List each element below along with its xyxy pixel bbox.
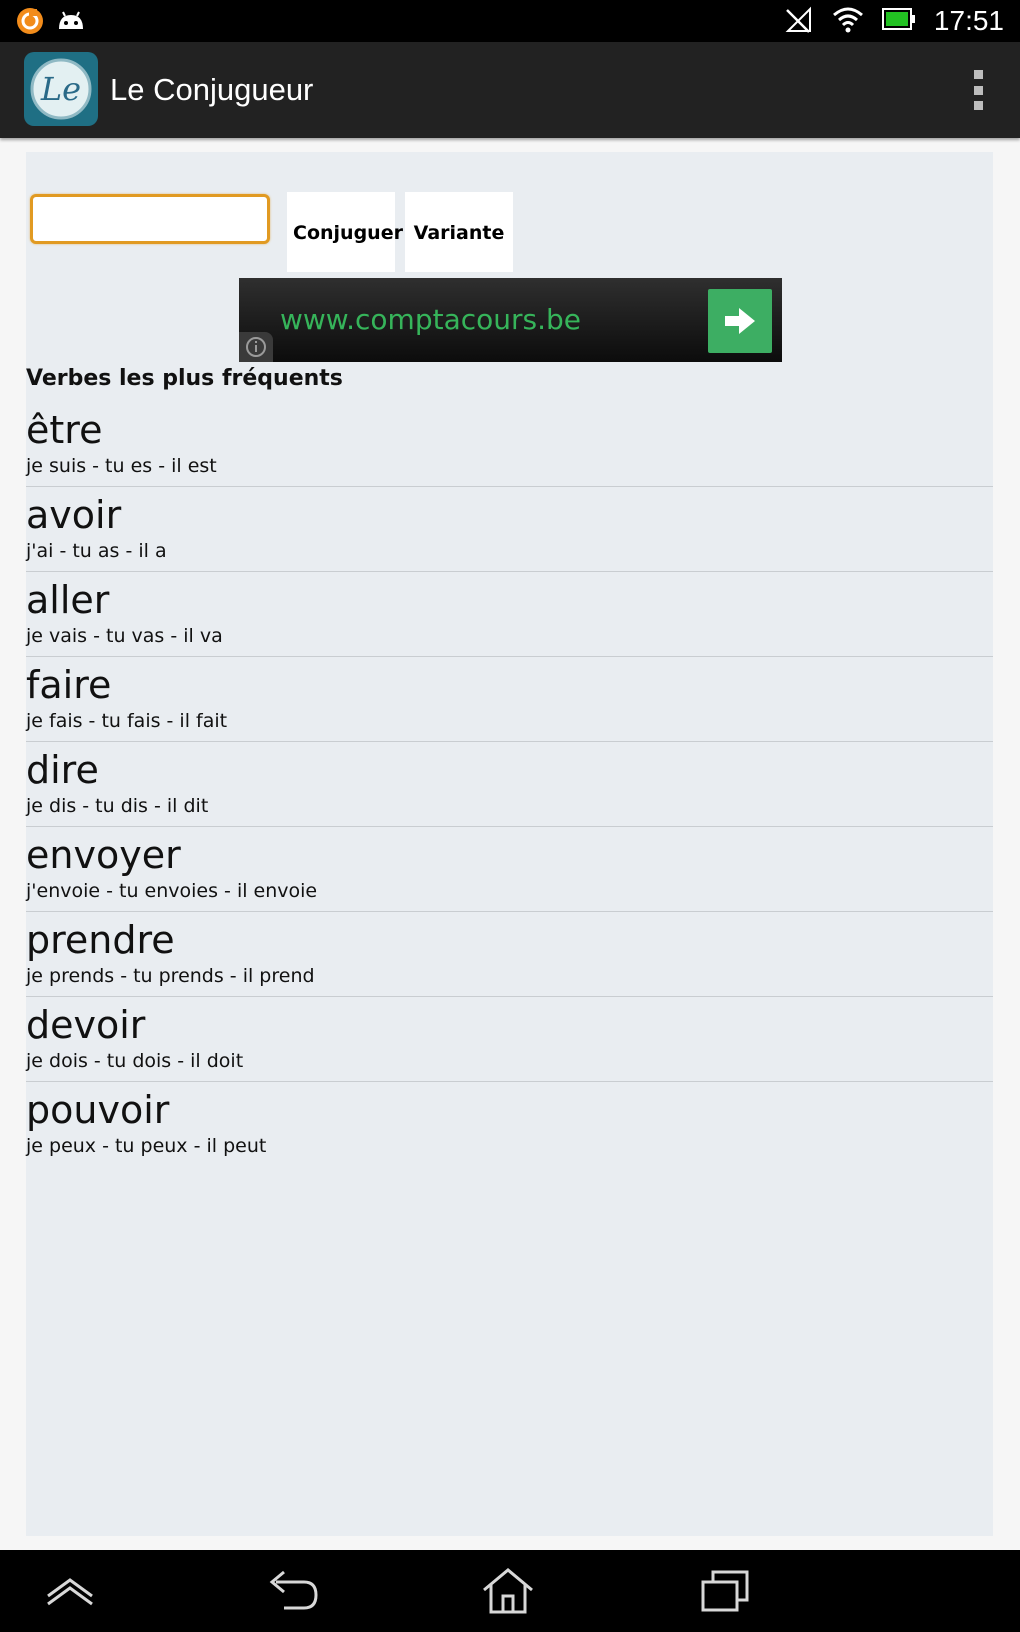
list-item[interactable]: pouvoir je peux - tu peux - il peut bbox=[26, 1082, 993, 1166]
verb-name: faire bbox=[26, 663, 112, 707]
app-notification-icon bbox=[16, 7, 44, 39]
list-item[interactable]: devoir je dois - tu dois - il doit bbox=[26, 997, 993, 1082]
verb-conjugation: je dis - tu dis - il dit bbox=[26, 795, 209, 817]
verb-name: aller bbox=[26, 578, 110, 622]
verb-name: pouvoir bbox=[26, 1088, 170, 1132]
ad-banner[interactable]: www.comptacours.be bbox=[239, 278, 782, 362]
list-item[interactable]: être je suis - tu es - il est bbox=[26, 402, 993, 487]
verb-conjugation: je peux - tu peux - il peut bbox=[26, 1135, 267, 1157]
verb-name: dire bbox=[26, 748, 99, 792]
home-icon[interactable] bbox=[478, 1566, 538, 1616]
verb-name: prendre bbox=[26, 918, 175, 962]
action-bar: Le Le Conjugueur bbox=[0, 42, 1020, 138]
content-panel: Conjuguer Variante www.comptacours.be Ve… bbox=[26, 152, 993, 1536]
battery-icon bbox=[881, 7, 916, 35]
list-item[interactable]: dire je dis - tu dis - il dit bbox=[26, 742, 993, 827]
no-signal-icon bbox=[784, 5, 814, 37]
verb-name: être bbox=[26, 408, 103, 452]
android-icon bbox=[56, 7, 86, 39]
status-bar: 17:51 bbox=[0, 0, 1020, 42]
wifi-icon bbox=[832, 5, 864, 37]
list-item[interactable]: aller je vais - tu vas - il va bbox=[26, 572, 993, 657]
back-icon[interactable] bbox=[262, 1566, 322, 1616]
verb-name: devoir bbox=[26, 1003, 146, 1047]
recent-apps-icon[interactable] bbox=[695, 1566, 755, 1616]
verb-conjugation: je vais - tu vas - il va bbox=[26, 625, 223, 647]
verb-search-input[interactable] bbox=[30, 194, 270, 244]
overflow-menu-icon[interactable] bbox=[970, 70, 986, 110]
list-item[interactable]: envoyer j'envoie - tu envoies - il envoi… bbox=[26, 827, 993, 912]
info-icon[interactable] bbox=[239, 332, 273, 362]
app-logo-icon[interactable]: Le bbox=[24, 52, 98, 126]
verb-name: avoir bbox=[26, 493, 122, 537]
ad-url[interactable]: www.comptacours.be bbox=[280, 278, 581, 362]
list-item[interactable]: avoir j'ai - tu as - il a bbox=[26, 487, 993, 572]
verb-conjugation: j'envoie - tu envoies - il envoie bbox=[26, 880, 318, 902]
verb-name: envoyer bbox=[26, 833, 181, 877]
verb-conjugation: j'ai - tu as - il a bbox=[26, 540, 167, 562]
verb-conjugation: je suis - tu es - il est bbox=[26, 455, 217, 477]
verb-conjugation: je prends - tu prends - il prend bbox=[26, 965, 315, 987]
verb-list: être je suis - tu es - il est avoir j'ai… bbox=[26, 402, 993, 1166]
arrow-right-icon[interactable] bbox=[708, 289, 772, 353]
variant-button[interactable]: Variante bbox=[405, 192, 513, 272]
conjugate-button[interactable]: Conjuguer bbox=[287, 192, 403, 272]
svg-text:Le: Le bbox=[40, 70, 81, 108]
list-item[interactable]: faire je fais - tu fais - il fait bbox=[26, 657, 993, 742]
verb-conjugation: je dois - tu dois - il doit bbox=[26, 1050, 244, 1072]
navigation-bar bbox=[0, 1550, 1020, 1632]
verb-conjugation: je fais - tu fais - il fait bbox=[26, 710, 228, 732]
collapse-icon[interactable] bbox=[40, 1566, 100, 1616]
app-title: Le Conjugueur bbox=[110, 72, 314, 107]
clock: 17:51 bbox=[933, 5, 1004, 36]
list-item[interactable]: prendre je prends - tu prends - il prend bbox=[26, 912, 993, 997]
section-title: Verbes les plus fréquents bbox=[26, 366, 343, 391]
